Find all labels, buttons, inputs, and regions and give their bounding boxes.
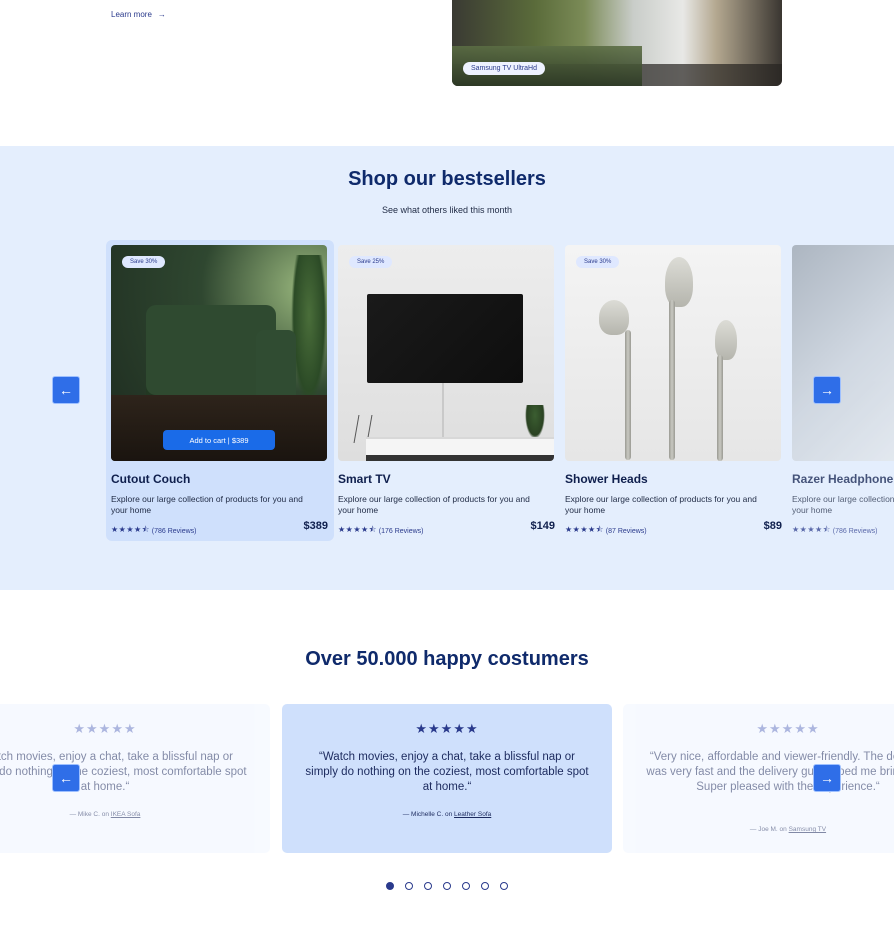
page: Learn more → Samsung TV UltraHd Shop our… [0,0,894,936]
product-rating: ★★★★⯪ (786 Reviews) [792,524,878,538]
learn-more-link[interactable]: Learn more → [111,10,166,19]
bestsellers-subtitle: See what others liked this month [381,205,513,215]
star-icon: ★★★★★ [73,721,137,736]
review-count[interactable]: (786 Reviews) [152,528,197,535]
product-description: Explore our large collection of products… [338,494,530,515]
bestsellers-title: Shop our bestsellers [348,168,546,190]
pagination-dot[interactable] [462,882,470,890]
pagination-dot[interactable] [481,882,489,890]
product-price: $389 [303,520,328,532]
arrow-right-icon: → [820,770,834,786]
star-icon: ★★★★⯪ [111,525,150,534]
product-name[interactable]: Razer Headphone [792,472,893,486]
product-rating: ★★★★⯪ (87 Reviews) [565,524,647,538]
testimonial-card: ★★★★★ “Watch movies, enjoy a chat, take … [0,704,270,853]
pagination-dot[interactable] [424,882,432,890]
pagination-dot[interactable] [500,882,508,890]
star-icon: ★★★★⯪ [565,525,604,534]
arrow-right-icon: → [820,382,834,398]
hero-image-tag: Samsung TV UltraHd [463,62,546,75]
discount-badge: Save 30% [576,256,620,268]
add-to-cart-button[interactable]: Add to cart | $389 [163,430,275,450]
pagination-dot[interactable] [405,882,413,890]
testimonial-author: — Michelle C. on Leather Sofa [402,811,492,818]
product-card[interactable]: Save 30% Shower Heads Explore our large … [560,240,788,541]
arrow-left-icon: ← [59,770,73,786]
bestsellers-section: Shop our bestsellers See what others lik… [0,146,894,590]
product-card[interactable]: Save 25% Smart TV Explore our large coll… [333,240,561,541]
testimonial-author: — Mike C. on IKEA Sofa [69,811,141,818]
star-icon: ★★★★⯪ [338,525,377,534]
arrow-left-icon: ← [59,382,73,398]
product-image [792,245,894,461]
learn-more-label: Learn more [111,10,152,19]
star-icon: ★★★★⯪ [792,525,831,534]
testimonials-prev-button[interactable]: ← [52,764,80,792]
product-rating: ★★★★⯪ (176 Reviews) [338,524,424,538]
product-image: Save 25% [338,245,554,461]
testimonial-card: ★★★★★ “Watch movies, enjoy a chat, take … [282,704,612,853]
carousel-next-button[interactable]: → [813,376,841,404]
product-rating: ★★★★⯪ (786 Reviews) [111,524,197,538]
product-description: Explore our large collection of products… [792,494,894,515]
product-link[interactable]: Samsung TV [789,826,826,833]
product-link[interactable]: IKEA Sofa [111,811,141,818]
testimonial-quote: “Very nice, affordable and viewer-friend… [646,751,894,793]
pagination-dot[interactable] [443,882,451,890]
product-image: Save 30% Add to cart | $389 [111,245,327,461]
discount-badge: Save 25% [349,256,393,268]
product-price: $149 [530,520,555,532]
product-name[interactable]: Smart TV [338,472,391,486]
testimonial-author: — Joe M. on Samsung TV [749,826,827,833]
product-link[interactable]: Leather Sofa [454,811,491,818]
testimonial-quote: “Watch movies, enjoy a chat, take a blis… [0,751,247,793]
product-description: Explore our large collection of products… [111,494,303,515]
star-icon: ★★★★★ [415,721,479,736]
product-card[interactable]: Save 30% Add to cart | $389 Cutout Couch… [106,240,334,541]
product-price: $89 [763,520,782,532]
hero-image: Samsung TV UltraHd [452,0,782,86]
review-count[interactable]: (87 Reviews) [606,528,647,535]
carousel-prev-button[interactable]: ← [52,376,80,404]
product-name[interactable]: Shower Heads [565,472,648,486]
product-image: Save 30% [565,245,781,461]
testimonials-title: Over 50.000 happy costumers [305,648,589,670]
review-count[interactable]: (786 Reviews) [833,528,878,535]
star-icon: ★★★★★ [756,721,820,736]
testimonial-card: ★★★★★ “Very nice, affordable and viewer-… [623,704,894,853]
arrow-right-icon: → [157,10,166,19]
pagination-dots [386,882,508,890]
product-description: Explore our large collection of products… [565,494,757,515]
review-count[interactable]: (176 Reviews) [379,528,424,535]
testimonial-quote: “Watch movies, enjoy a chat, take a blis… [305,751,589,793]
discount-badge: Save 30% [122,256,166,268]
testimonials-next-button[interactable]: → [813,764,841,792]
pagination-dot[interactable] [386,882,394,890]
product-name[interactable]: Cutout Couch [111,472,190,486]
